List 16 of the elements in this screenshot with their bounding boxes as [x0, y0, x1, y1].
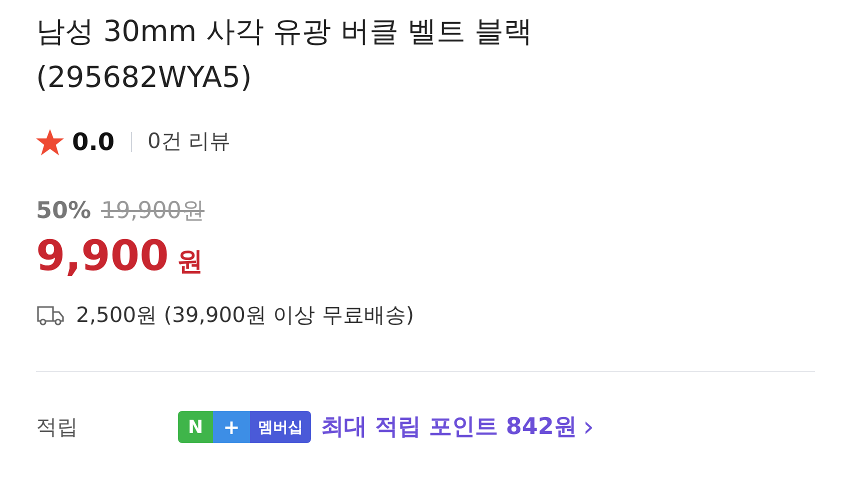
- points-link[interactable]: 최대 적립 포인트 842원: [320, 410, 577, 444]
- badge-plus: +: [213, 411, 250, 444]
- discount-rate: 50%: [36, 197, 92, 226]
- review-count: 0건 리뷰: [148, 128, 231, 156]
- currency-unit: 원: [176, 246, 203, 278]
- points-label: 적립: [36, 414, 79, 440]
- product-title: 남성 30mm 사각 유광 버클 벨트 블랙 (295682WYA5): [36, 13, 534, 96]
- badge-membership: 멤버십: [250, 411, 311, 444]
- chevron-icon[interactable]: ›: [582, 413, 594, 442]
- rating-score: 0.0: [72, 127, 115, 158]
- badge-n: N: [178, 411, 214, 444]
- star-icon: [36, 128, 64, 156]
- truck-icon: [36, 304, 66, 326]
- original-price: 19,900원: [101, 197, 205, 226]
- sale-price: 9,900: [36, 230, 169, 280]
- shipping-fee: 2,500원 (39,900원 이상 무료배송): [76, 302, 414, 328]
